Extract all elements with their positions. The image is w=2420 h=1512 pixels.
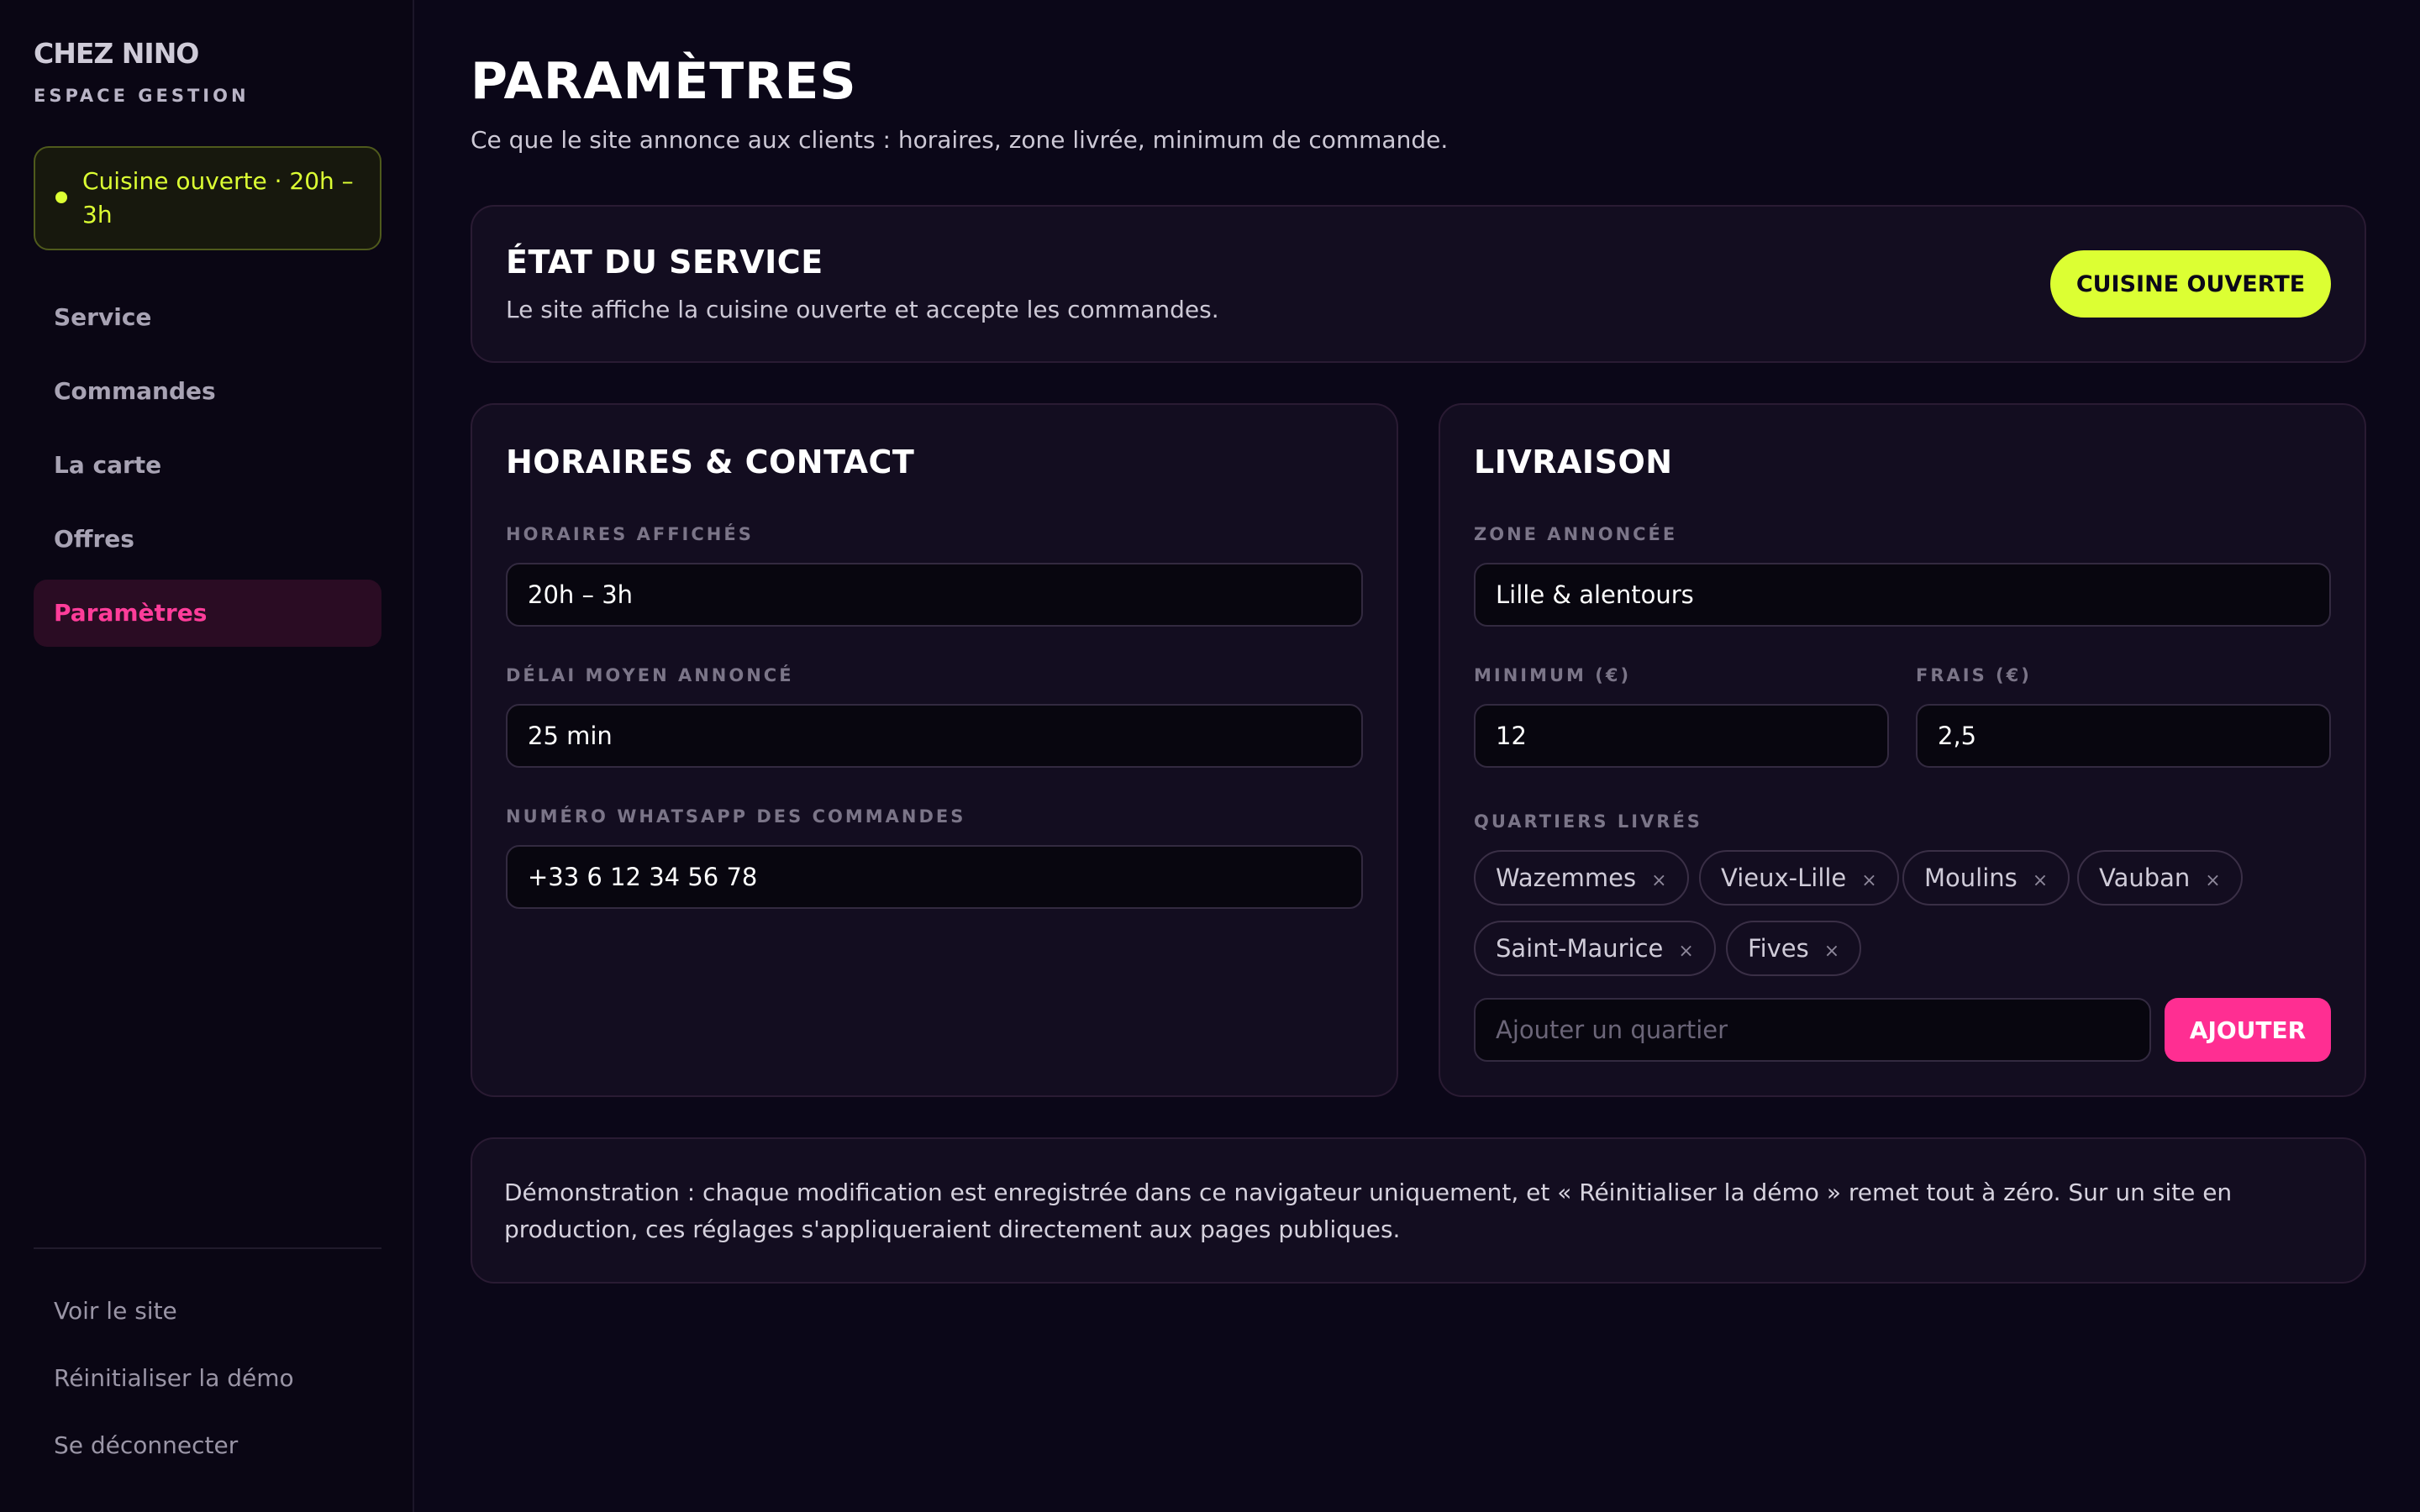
logout-link[interactable]: Se déconnecter [54, 1431, 238, 1459]
add-district-input[interactable]: Ajouter un quartier [1474, 998, 2151, 1062]
hours-label: HORAIRES AFFICHÉS [506, 524, 754, 544]
remove-district-icon[interactable]: × [2205, 870, 2220, 891]
district-chip-label: Wazemmes [1496, 864, 1637, 892]
district-chip: Vieux-Lille × [1699, 850, 1899, 906]
fee-input[interactable]: 2,5 [1916, 704, 2331, 768]
whatsapp-input[interactable]: +33 6 12 34 56 78 [506, 845, 1363, 909]
district-chip: Saint-Maurice × [1474, 921, 1716, 976]
page-title: PARAMÈTRES [471, 52, 857, 111]
fee-label: FRAIS (€) [1916, 665, 2032, 685]
demo-note-text: Démonstration : chaque modification est … [504, 1179, 2233, 1243]
hours-contact-title: HORAIRES & CONTACT [506, 444, 915, 480]
district-chip: Wazemmes × [1474, 850, 1689, 906]
remove-district-icon[interactable]: × [1678, 941, 1693, 962]
sidebar-item-offres[interactable]: Offres [34, 506, 381, 573]
add-district-button[interactable]: AJOUTER [2165, 998, 2331, 1062]
view-site-link[interactable]: Voir le site [54, 1297, 177, 1325]
kitchen-status-text: Cuisine ouverte · 20h – 3h [82, 167, 354, 228]
minimum-label: MINIMUM (€) [1474, 665, 1632, 685]
minimum-input[interactable]: 12 [1474, 704, 1889, 768]
brand-name[interactable]: CHEZ NINO [34, 37, 199, 70]
kitchen-open-toggle-button[interactable]: CUISINE OUVERTE [2050, 250, 2331, 318]
district-chip-label: Moulins [1924, 864, 2018, 892]
sidebar-divider [34, 1247, 381, 1249]
whatsapp-label: NUMÉRO WHATSAPP DES COMMANDES [506, 806, 966, 827]
delivery-title: LIVRAISON [1474, 444, 1673, 480]
kitchen-status-badge: Cuisine ouverte · 20h – 3h [34, 146, 381, 250]
brand-subtitle: ESPACE GESTION [34, 86, 250, 106]
sidebar: CHEZ NINO ESPACE GESTION Cuisine ouverte… [0, 0, 414, 1512]
remove-district-icon[interactable]: × [2033, 870, 2048, 891]
app-root: CHEZ NINO ESPACE GESTION Cuisine ouverte… [0, 0, 2420, 1512]
service-state-description: Le site affiche la cuisine ouverte et ac… [506, 296, 1219, 323]
sidebar-item-commandes[interactable]: Commandes [34, 358, 381, 425]
district-chip-label: Vauban [2099, 864, 2191, 892]
status-dot-icon [55, 192, 67, 203]
service-state-title: ÉTAT DU SERVICE [506, 244, 823, 281]
remove-district-icon[interactable]: × [1861, 870, 1876, 891]
delay-label: DÉLAI MOYEN ANNONCÉ [506, 665, 794, 685]
district-chip-label: Saint-Maurice [1496, 934, 1664, 963]
reset-demo-link[interactable]: Réinitialiser la démo [54, 1364, 294, 1392]
district-chip-label: Vieux-Lille [1721, 864, 1847, 892]
sidebar-item-parametres[interactable]: Paramètres [34, 580, 381, 647]
zone-input[interactable]: Lille & alentours [1474, 563, 2331, 627]
page-subtitle: Ce que le site annonce aux clients : hor… [471, 126, 1449, 154]
district-chip: Vauban × [2077, 850, 2243, 906]
remove-district-icon[interactable]: × [1824, 941, 1839, 962]
delay-input[interactable]: 25 min [506, 704, 1363, 768]
hours-input[interactable]: 20h – 3h [506, 563, 1363, 627]
remove-district-icon[interactable]: × [1651, 870, 1666, 891]
sidebar-item-service[interactable]: Service [34, 284, 381, 351]
district-chip: Fives × [1726, 921, 1862, 976]
sidebar-item-la-carte[interactable]: La carte [34, 432, 381, 499]
zone-label: ZONE ANNONCÉE [1474, 524, 1678, 544]
districts-label: QUARTIERS LIVRÉS [1474, 811, 1702, 832]
district-chip-label: Fives [1748, 934, 1809, 963]
district-chip: Moulins × [1902, 850, 2070, 906]
